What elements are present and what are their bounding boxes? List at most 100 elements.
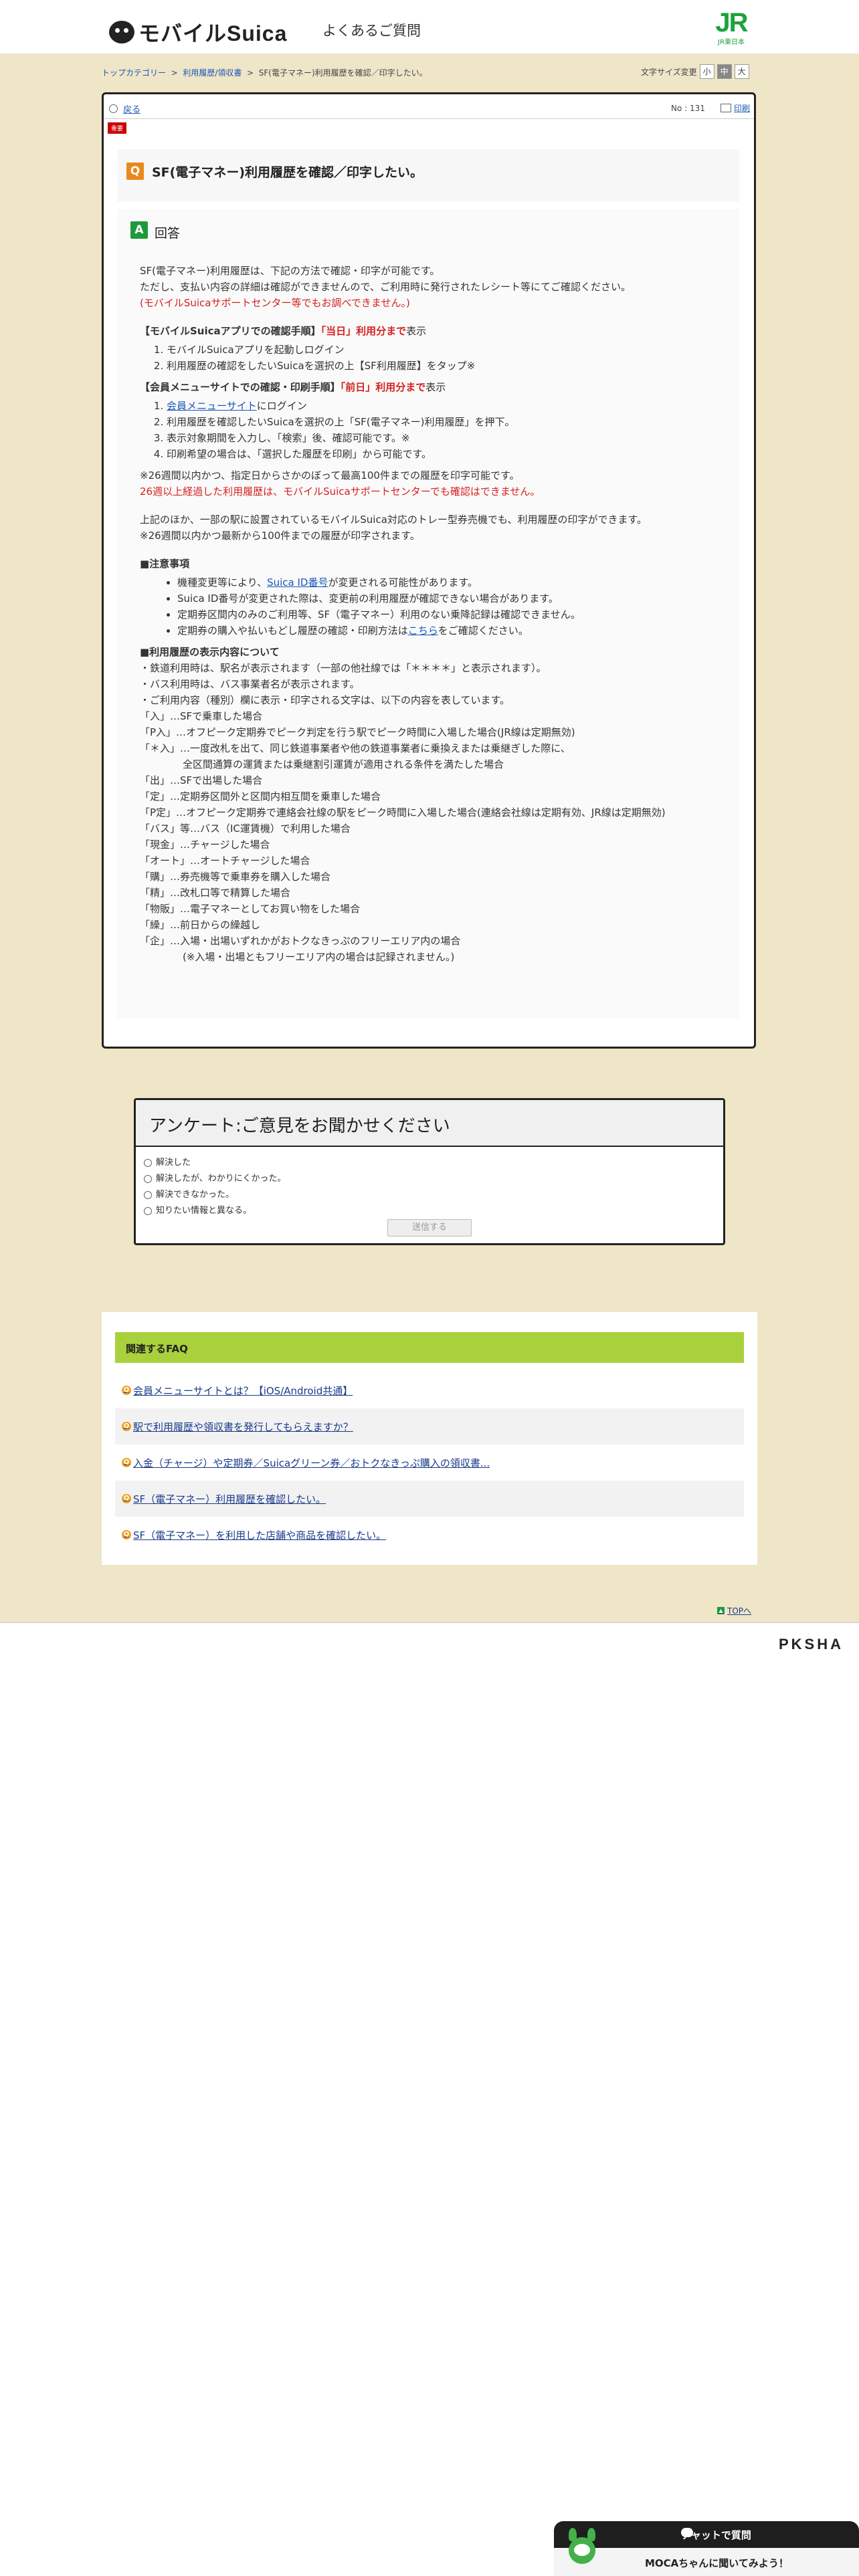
- jr-logo-sub: JR東日本: [718, 39, 745, 46]
- radio-icon[interactable]: [144, 1159, 152, 1167]
- back-to-top-label: TOPへ: [727, 1606, 752, 1616]
- web-procedure-heading: 【会員メニューサイトでの確認・印刷手順】「前日」利用分まで表示: [140, 379, 729, 395]
- display-line: ・鉄道利用時は、駅名が表示されます（一部の他社線では「＊＊＊＊」と表示されます）…: [140, 662, 547, 674]
- font-size-medium-button[interactable]: 中: [717, 64, 732, 79]
- web-heading-label: 【会員メニューサイトでの確認・印刷手順】: [140, 381, 341, 393]
- display-line: (※入場・出場ともフリーエリア内の場合は記録されません。): [183, 951, 455, 963]
- app-steps-list: モバイルSuicaアプリを起動しログイン 利用履歴の確認をしたいSuicaを選択…: [140, 342, 729, 374]
- display-line: 「精」…改札口等で精算した場合: [140, 887, 291, 899]
- survey-option-different-info[interactable]: 知りたい情報と異なる。: [144, 1203, 286, 1219]
- chat-subtitle: MOCAちゃんに聞いてみよう！: [645, 2557, 789, 2569]
- related-faq-label: 入金（チャージ）や定期券／Suicaグリーン券／おトクなきっぷ購入の領収書...: [133, 1457, 490, 1469]
- logo-text: モバイルSuica: [138, 21, 288, 45]
- survey-option-not-solved[interactable]: 解決できなかった。: [144, 1187, 286, 1203]
- web-steps-list: 会員メニューサイトにログイン 利用履歴を確認したいSuicaを選択の上「SF(電…: [140, 398, 729, 462]
- ticket-machine-note: 上記のほか、一部の駅に設置されているモバイルSuica対応のトレー型券売機でも、…: [140, 514, 647, 526]
- list-item: 印刷希望の場合は、「選択した履歴を印刷」から可能です。: [167, 446, 729, 462]
- font-size-switcher: 文字サイズ変更 小 中 大: [641, 64, 749, 79]
- member-menu-site-link[interactable]: 会員メニューサイト: [167, 400, 257, 412]
- list-item-text: をご確認ください。: [438, 625, 529, 637]
- breadcrumb-current: SF(電子マネー)利用履歴を確認／印字したい。: [258, 68, 427, 78]
- site-header: モバイルSuica よくあるご質問 JR JR東日本: [0, 0, 859, 53]
- print-link[interactable]: 印刷: [721, 102, 750, 114]
- faq-q-icon: Q: [122, 1386, 131, 1395]
- question-mark-icon: Q: [126, 163, 144, 180]
- related-faq-item[interactable]: Q 駅で利用履歴や領収書を発行してもらえますか？: [115, 1408, 744, 1444]
- chat-widget[interactable]: チャットで質問 MOCAちゃんに聞いてみよう！: [554, 2521, 859, 2576]
- display-line: 「オート」…オートチャージした場合: [140, 855, 310, 867]
- survey-option-hard-to-understand[interactable]: 解決したが、わかりにくかった。: [144, 1171, 286, 1187]
- question-block: Q SF(電子マネー)利用履歴を確認／印字したい。: [117, 149, 739, 201]
- answer-body: SF(電子マネー)利用履歴は、下記の方法で確認・印字が可能です。 ただし、支払い…: [140, 263, 729, 965]
- here-link[interactable]: こちら: [408, 625, 438, 637]
- header-title: よくあるご質問: [322, 23, 421, 39]
- question-title: SF(電子マネー)利用履歴を確認／印字したい。: [152, 165, 423, 180]
- display-line: ・ご利用内容（種別）欄に表示・印字される文字は、以下の内容を表しています。: [140, 694, 510, 706]
- mobile-suica-logo[interactable]: モバイルSuica: [109, 17, 287, 47]
- display-line: 「P入」…オフピーク定期券でピーク判定を行う駅でピーク時間に入場した場合(JR線…: [140, 726, 575, 738]
- footer-divider: [0, 1622, 859, 1623]
- mascot-face: [574, 2544, 590, 2556]
- app-procedure-heading: 【モバイルSuicaアプリでの確認手順】「当日」利用分まで表示: [140, 323, 729, 339]
- survey-header: アンケート:ご意見をお聞かせください: [136, 1100, 723, 1147]
- faq-number: No : 131: [671, 104, 705, 113]
- list-item: 表示対象期間を入力し、「検索」後、確認可能です。※: [167, 430, 729, 446]
- web-heading-scope: 「前日」利用分まで: [340, 381, 426, 393]
- faq-q-icon: Q: [122, 1458, 131, 1467]
- chat-widget-body[interactable]: MOCAちゃんに聞いてみよう！: [554, 2548, 859, 2576]
- related-faq-item[interactable]: Q 入金（チャージ）や定期券／Suicaグリーン券／おトクなきっぷ購入の領収書..…: [115, 1444, 744, 1481]
- list-item: 定期券区間内のみのご利用等、SF（電子マネー）利用のない乗降記録は確認できません…: [177, 607, 729, 623]
- suica-id-link[interactable]: Suica ID番号: [267, 576, 328, 588]
- print-note: ※26週間以内かつ、指定日からさかのぼって最高100件までの履歴を印字可能です。: [140, 469, 520, 481]
- font-size-label: 文字サイズ変更: [641, 67, 697, 77]
- related-faq-header: 関連するFAQ: [115, 1332, 744, 1363]
- display-line: ・バス利用時は、バス事業者名が表示されます。: [140, 678, 360, 690]
- list-item-text: 定期券の購入や払いもどし履歴の確認・印刷方法は: [177, 625, 408, 637]
- important-badge: 重要: [108, 122, 127, 134]
- survey-box: アンケート:ご意見をお聞かせください 解決した 解決したが、わかりにくかった。 …: [134, 1098, 725, 1245]
- radio-icon[interactable]: [144, 1175, 152, 1183]
- related-faq-item[interactable]: Q SF（電子マネー）を利用した店舗や商品を確認したい。: [115, 1517, 744, 1553]
- list-item: 定期券の購入や払いもどし履歴の確認・印刷方法はこちらをご確認ください。: [177, 623, 729, 639]
- caution-list: 機種変更等により、Suica ID番号が変更される可能性があります。 Suica…: [140, 574, 729, 639]
- breadcrumb-separator: >: [247, 68, 254, 78]
- font-size-large-button[interactable]: 大: [734, 64, 749, 79]
- back-link[interactable]: 戻る: [109, 102, 140, 115]
- moca-mascot-icon: [565, 2525, 599, 2569]
- printer-icon: [721, 104, 731, 112]
- list-item: 会員メニューサイトにログイン: [167, 398, 729, 414]
- app-heading-scope: 「当日」利用分まで: [320, 325, 407, 337]
- answer-intro: SF(電子マネー)利用履歴は、下記の方法で確認・印字が可能です。: [140, 265, 440, 277]
- breadcrumb-top-category[interactable]: トップカテゴリー: [102, 68, 166, 78]
- penguin-mascot-icon: [109, 21, 134, 43]
- related-faq-label: 会員メニューサイトとは？【iOS/Android共通】: [133, 1384, 353, 1397]
- font-size-small-button[interactable]: 小: [699, 64, 714, 79]
- list-item: 機種変更等により、Suica ID番号が変更される可能性があります。: [177, 574, 729, 591]
- jr-east-logo[interactable]: JR JR東日本: [706, 9, 757, 48]
- breadcrumb-history-receipt[interactable]: 利用履歴/領収書: [183, 68, 242, 78]
- survey-options: 解決した 解決したが、わかりにくかった。 解決できなかった。 知りたい情報と異な…: [144, 1155, 286, 1219]
- related-faq-label: SF（電子マネー）利用履歴を確認したい。: [133, 1493, 326, 1505]
- breadcrumb-separator: >: [171, 68, 178, 78]
- answer-mark-icon: A: [130, 221, 148, 239]
- survey-option-label: 解決したが、わかりにくかった。: [156, 1174, 286, 1184]
- survey-option-label: 解決できなかった。: [156, 1190, 235, 1200]
- display-line: 「＊入」…一度改札を出て、同じ鉄道事業者や他の鉄道事業者に乗換えまたは乗継ぎした…: [140, 742, 571, 754]
- radio-icon[interactable]: [144, 1191, 152, 1199]
- related-faq-item[interactable]: Q 会員メニューサイトとは？【iOS/Android共通】: [115, 1372, 744, 1408]
- ticket-machine-note: ※26週間以内かつ最新から100件までの履歴が印字されます。: [140, 530, 420, 542]
- related-faq-label: SF（電子マネー）を利用した店舗や商品を確認したい。: [133, 1529, 387, 1541]
- radio-icon[interactable]: [144, 1207, 152, 1215]
- display-line: 「P定」…オフピーク定期券で連絡会社線の駅をピーク時間に入場した場合(連絡会社線…: [140, 807, 666, 819]
- chat-widget-header[interactable]: チャットで質問: [554, 2521, 859, 2548]
- list-item-text: にログイン: [256, 400, 307, 412]
- related-faq-item[interactable]: Q SF（電子マネー）利用履歴を確認したい。: [115, 1481, 744, 1517]
- related-faq-label: 駅で利用履歴や領収書を発行してもらえますか？: [133, 1420, 353, 1433]
- survey-option-label: 解決した: [156, 1158, 191, 1168]
- answer-label: 回答: [155, 226, 181, 241]
- survey-submit-button[interactable]: 送信する: [387, 1219, 472, 1237]
- survey-title: アンケート:ご意見をお聞かせください: [149, 1116, 450, 1136]
- app-heading-label: 【モバイルSuicaアプリでの確認手順】: [140, 325, 321, 337]
- survey-option-solved[interactable]: 解決した: [144, 1155, 286, 1171]
- back-to-top-link[interactable]: ▲ TOPへ: [717, 1605, 751, 1616]
